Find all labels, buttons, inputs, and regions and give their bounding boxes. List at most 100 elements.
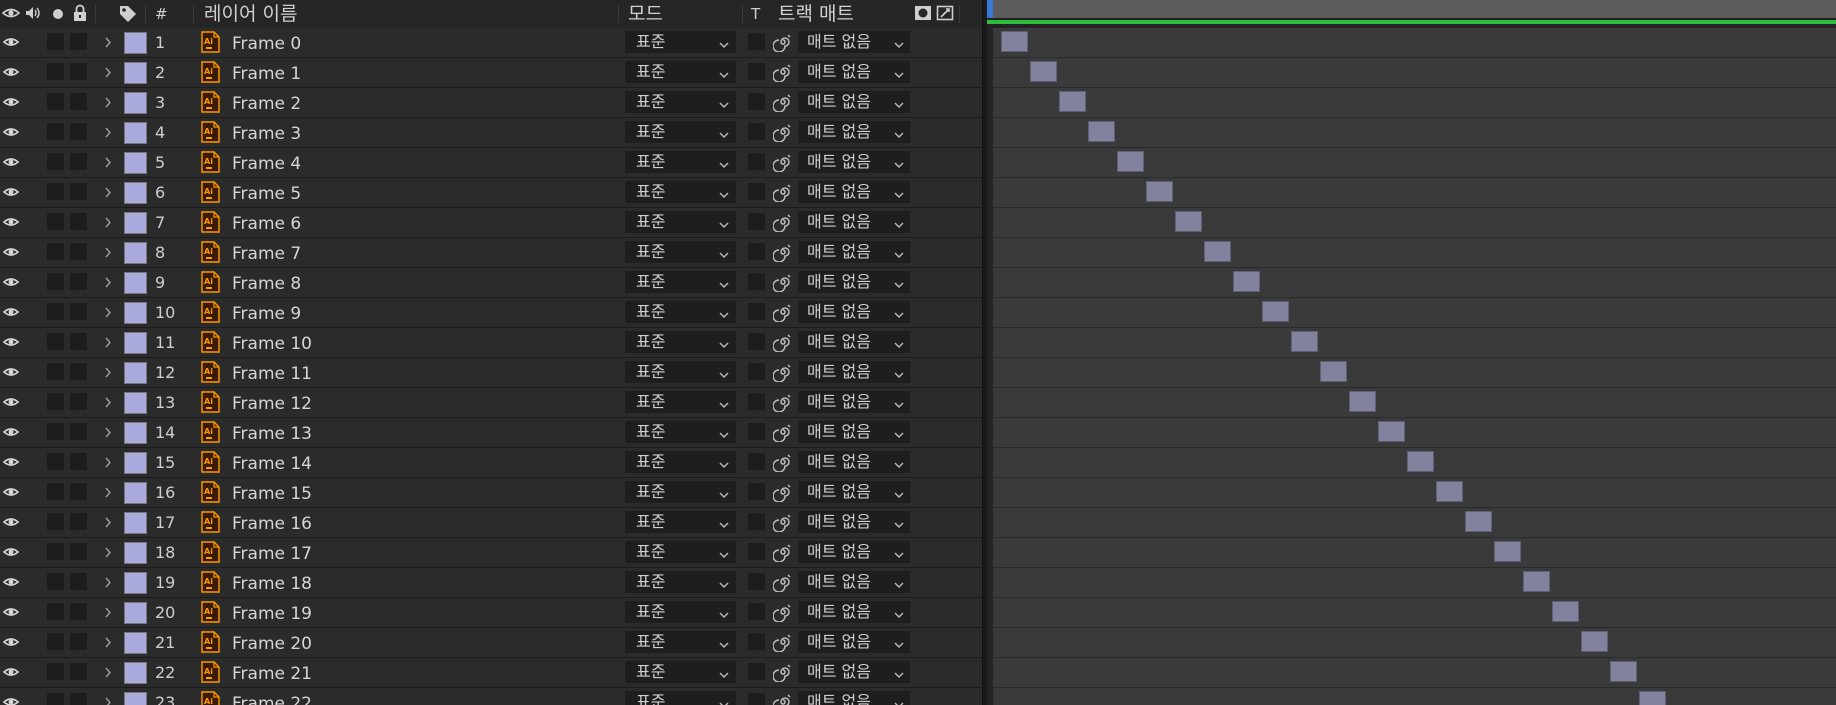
spiral-pickwhip-icon[interactable] [772, 542, 793, 566]
layer-duration-bar[interactable] [1030, 61, 1057, 82]
layer-row[interactable]: 10 Ai Frame 9 표준 매트 없음 [0, 298, 982, 328]
label-color-swatch[interactable] [124, 242, 147, 264]
layer-name[interactable]: Frame 22 [232, 688, 312, 705]
chevron-right-icon[interactable] [102, 508, 114, 537]
timeline-track[interactable] [993, 688, 1836, 705]
switch-box[interactable] [47, 183, 64, 200]
switch-box[interactable] [70, 93, 87, 110]
label-color-swatch[interactable] [124, 32, 147, 54]
switch-box[interactable] [70, 573, 87, 590]
track-matte-select[interactable]: 매트 없음 [798, 271, 910, 293]
track-matte-select[interactable]: 매트 없음 [798, 661, 910, 683]
preserve-transparency-checkbox[interactable] [748, 33, 765, 50]
switch-box[interactable] [70, 273, 87, 290]
switch-box[interactable] [70, 513, 87, 530]
track-matte-select[interactable]: 매트 없음 [798, 571, 910, 593]
blend-mode-select[interactable]: 표준 [625, 181, 736, 203]
preserve-transparency-checkbox[interactable] [748, 363, 765, 380]
track-matte-select[interactable]: 매트 없음 [798, 601, 910, 623]
spiral-pickwhip-icon[interactable] [772, 62, 793, 86]
layer-duration-bar[interactable] [1059, 91, 1086, 112]
layer-name[interactable]: Frame 15 [232, 478, 312, 507]
switch-box[interactable] [70, 183, 87, 200]
switch-box[interactable] [47, 483, 64, 500]
switch-box[interactable] [47, 363, 64, 380]
layer-duration-bar[interactable] [1494, 541, 1521, 562]
speaker-icon[interactable] [24, 4, 42, 22]
timeline-track[interactable] [993, 208, 1836, 238]
track-matte-select[interactable]: 매트 없음 [798, 211, 910, 233]
chevron-right-icon[interactable] [102, 28, 114, 57]
chevron-right-icon[interactable] [102, 298, 114, 327]
layer-row[interactable]: 19 Ai Frame 18 표준 매트 없음 [0, 568, 982, 598]
track-matte-select[interactable]: 매트 없음 [798, 511, 910, 533]
spiral-pickwhip-icon[interactable] [772, 602, 793, 626]
layer-duration-bar[interactable] [1552, 601, 1579, 622]
time-ruler[interactable] [987, 0, 1836, 18]
spiral-pickwhip-icon[interactable] [772, 572, 793, 596]
label-color-swatch[interactable] [124, 62, 147, 84]
timeline-track[interactable] [993, 568, 1836, 598]
eye-icon[interactable] [2, 538, 22, 567]
timeline-track[interactable] [993, 148, 1836, 178]
blend-mode-select[interactable]: 표준 [625, 481, 736, 503]
eye-icon[interactable] [2, 178, 22, 207]
label-color-swatch[interactable] [124, 602, 147, 624]
switch-box[interactable] [47, 93, 64, 110]
layer-name[interactable]: Frame 3 [232, 118, 301, 147]
preserve-transparency-checkbox[interactable] [748, 633, 765, 650]
label-color-swatch[interactable] [124, 452, 147, 474]
layer-name[interactable]: Frame 21 [232, 658, 312, 687]
header-mode[interactable]: 모드 [628, 0, 663, 28]
switch-box[interactable] [70, 663, 87, 680]
header-t[interactable]: T [751, 0, 760, 28]
layer-name[interactable]: Frame 5 [232, 178, 301, 207]
label-color-swatch[interactable] [124, 692, 147, 705]
switch-box[interactable] [70, 33, 87, 50]
preserve-transparency-checkbox[interactable] [748, 93, 765, 110]
chevron-right-icon[interactable] [102, 268, 114, 297]
switch-box[interactable] [70, 483, 87, 500]
timeline-track[interactable] [993, 418, 1836, 448]
timeline-track[interactable] [993, 478, 1836, 508]
blend-mode-select[interactable]: 표준 [625, 631, 736, 653]
layer-duration-bar[interactable] [1523, 571, 1550, 592]
layer-duration-bar[interactable] [1001, 31, 1028, 52]
eye-icon[interactable] [2, 238, 22, 267]
switch-box[interactable] [47, 243, 64, 260]
layer-row[interactable]: 8 Ai Frame 7 표준 매트 없음 [0, 238, 982, 268]
switch-box[interactable] [70, 123, 87, 140]
layer-row[interactable]: 12 Ai Frame 11 표준 매트 없음 [0, 358, 982, 388]
layer-name[interactable]: Frame 2 [232, 88, 301, 117]
blend-mode-select[interactable]: 표준 [625, 361, 736, 383]
switch-box[interactable] [47, 273, 64, 290]
preserve-transparency-checkbox[interactable] [748, 393, 765, 410]
layer-row[interactable]: 18 Ai Frame 17 표준 매트 없음 [0, 538, 982, 568]
layer-row[interactable]: 11 Ai Frame 10 표준 매트 없음 [0, 328, 982, 358]
layer-row[interactable]: 16 Ai Frame 15 표준 매트 없음 [0, 478, 982, 508]
label-color-swatch[interactable] [124, 572, 147, 594]
label-color-swatch[interactable] [124, 272, 147, 294]
preserve-transparency-checkbox[interactable] [748, 603, 765, 620]
spiral-pickwhip-icon[interactable] [772, 242, 793, 266]
chevron-right-icon[interactable] [102, 178, 114, 207]
switch-box[interactable] [47, 153, 64, 170]
preserve-transparency-checkbox[interactable] [748, 63, 765, 80]
label-color-swatch[interactable] [124, 542, 147, 564]
label-color-swatch[interactable] [124, 512, 147, 534]
blend-mode-select[interactable]: 표준 [625, 301, 736, 323]
eye-icon[interactable] [2, 88, 22, 117]
layer-name[interactable]: Frame 12 [232, 388, 312, 417]
switch-box[interactable] [70, 243, 87, 260]
switch-box[interactable] [70, 363, 87, 380]
track-matte-select[interactable]: 매트 없음 [798, 451, 910, 473]
blend-mode-select[interactable]: 표준 [625, 691, 736, 705]
blend-mode-select[interactable]: 표준 [625, 31, 736, 53]
blend-mode-select[interactable]: 표준 [625, 61, 736, 83]
label-color-swatch[interactable] [124, 392, 147, 414]
layer-duration-bar[interactable] [1436, 481, 1463, 502]
track-matte-select[interactable]: 매트 없음 [798, 481, 910, 503]
timeline-track[interactable] [993, 358, 1836, 388]
layer-row[interactable]: 22 Ai Frame 21 표준 매트 없음 [0, 658, 982, 688]
eye-icon[interactable] [2, 388, 22, 417]
